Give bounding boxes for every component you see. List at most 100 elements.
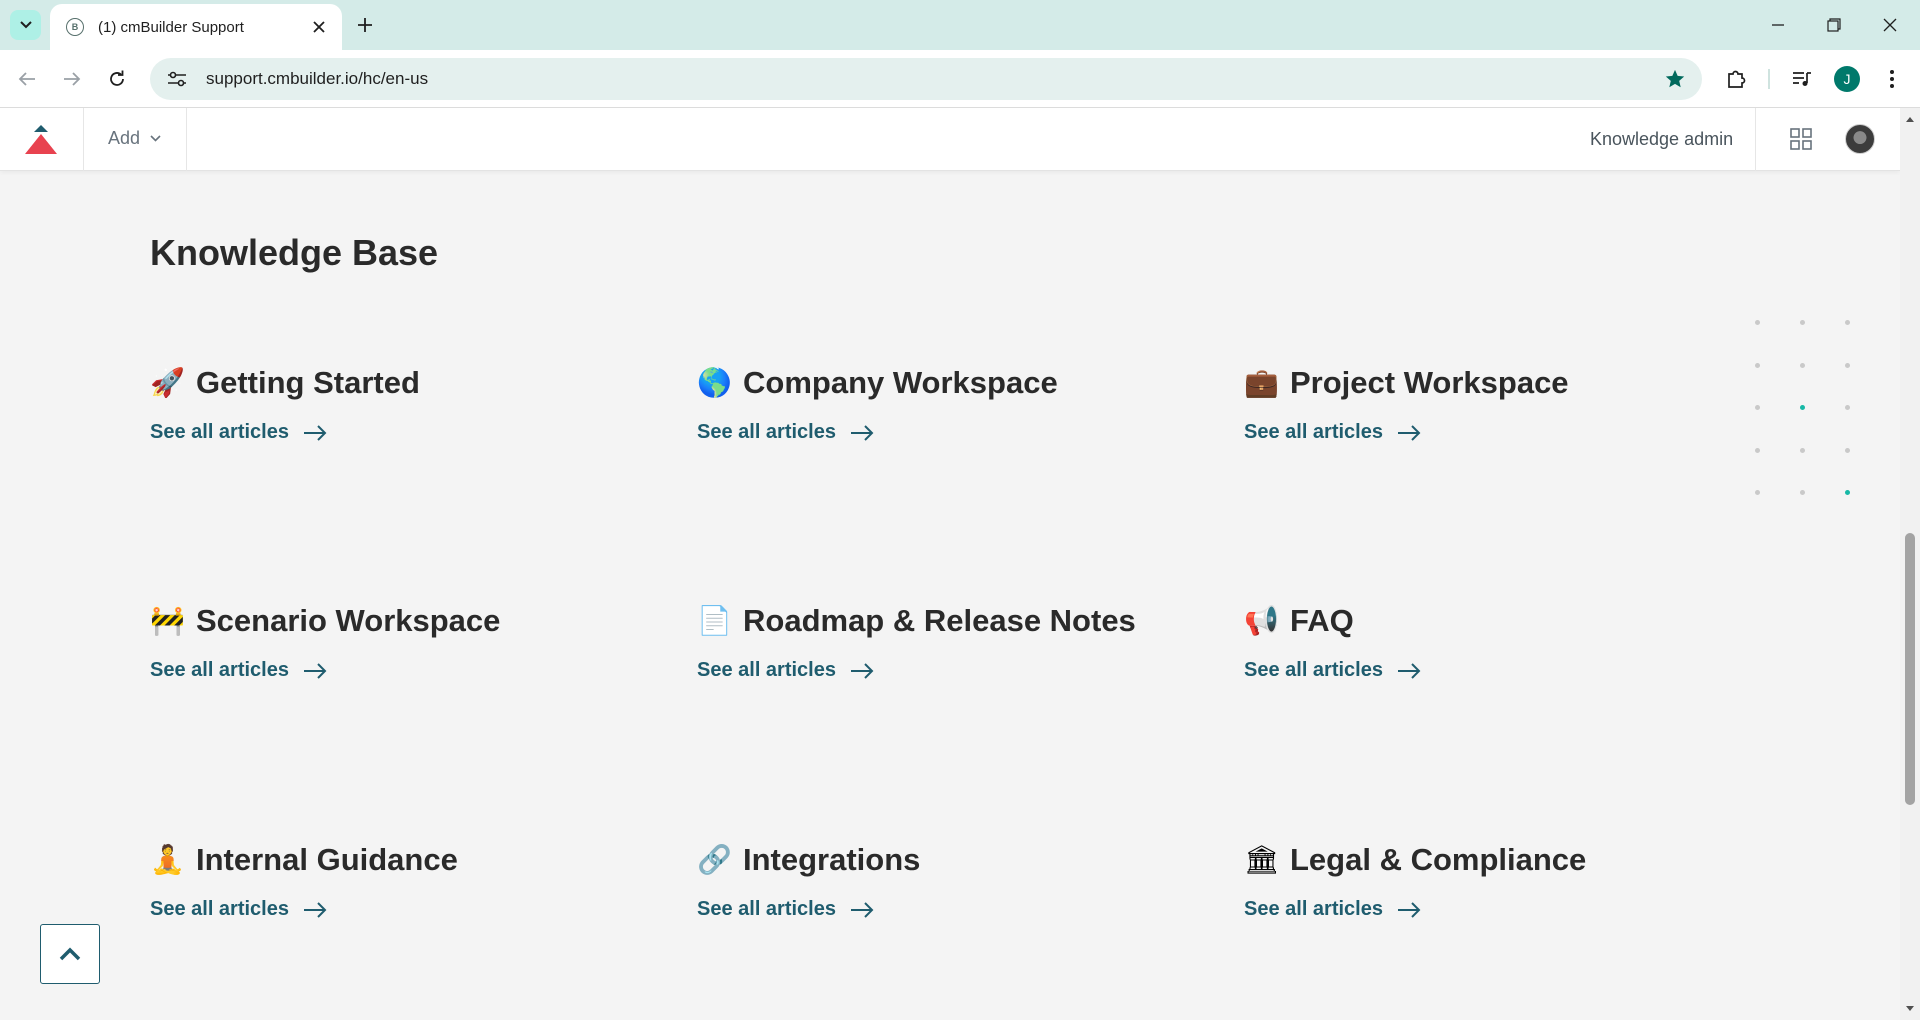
category-title[interactable]: Internal Guidance: [196, 842, 458, 878]
playlist-music-icon: [1793, 72, 1811, 86]
page-title: Knowledge Base: [150, 232, 439, 273]
add-menu-button[interactable]: Add: [108, 128, 161, 149]
close-icon: [1883, 18, 1897, 32]
new-tab-button[interactable]: [352, 12, 378, 38]
tune-icon: [168, 71, 186, 87]
arrow-right-icon: [850, 901, 874, 918]
decorative-dot: [1755, 320, 1760, 325]
category-title[interactable]: Scenario Workspace: [196, 603, 500, 639]
decorative-dot: [1800, 320, 1805, 325]
briefcase-icon: 💼: [1244, 366, 1279, 399]
decorative-dot: [1800, 405, 1805, 410]
arrow-right-icon: [850, 662, 874, 679]
back-button[interactable]: [11, 63, 43, 95]
category-title[interactable]: FAQ: [1290, 603, 1354, 639]
category-internal-guidance: 🧘 Internal Guidance See all articles: [150, 838, 670, 948]
decorative-dot: [1845, 405, 1850, 410]
megaphone-icon: 📢: [1244, 604, 1279, 637]
category-scenario-workspace: 🚧 Scenario Workspace See all articles: [150, 599, 670, 709]
close-window-button[interactable]: [1862, 0, 1918, 50]
scroll-down-arrow-icon[interactable]: [1905, 1004, 1915, 1014]
arrow-right-icon: [1397, 424, 1421, 441]
add-menu-label: Add: [108, 128, 141, 148]
category-heading[interactable]: 🔗 Integrations: [697, 838, 1217, 882]
see-all-articles-link[interactable]: See all articles: [150, 421, 670, 444]
user-avatar[interactable]: [1845, 124, 1875, 154]
url-text[interactable]: support.cmbuilder.io/hc/en-us: [206, 69, 428, 89]
arrow-right-icon: [1397, 901, 1421, 918]
minimize-button[interactable]: [1750, 0, 1806, 50]
category-title[interactable]: Company Workspace: [743, 365, 1058, 401]
decorative-dot-grid: [1755, 320, 1855, 520]
link-label: See all articles: [1244, 898, 1383, 920]
see-all-articles-link[interactable]: See all articles: [150, 898, 670, 921]
category-integrations: 🔗 Integrations See all articles: [697, 838, 1217, 948]
bookmark-star-icon[interactable]: [1664, 68, 1686, 90]
see-all-articles-link[interactable]: See all articles: [697, 421, 1217, 444]
decorative-dot: [1845, 362, 1850, 368]
link-label: See all articles: [150, 898, 289, 920]
media-control-button[interactable]: [1786, 63, 1818, 95]
arrow-right-icon: [850, 424, 874, 441]
tab-close-button[interactable]: [310, 18, 328, 36]
scroll-up-arrow-icon[interactable]: [1905, 114, 1915, 124]
product-tray-icon[interactable]: [1790, 128, 1812, 150]
see-all-articles-link[interactable]: See all articles: [697, 659, 1217, 682]
scrollbar-thumb[interactable]: [1905, 533, 1915, 805]
see-all-articles-link[interactable]: See all articles: [150, 659, 670, 682]
category-heading[interactable]: 🌎 Company Workspace: [697, 361, 1217, 405]
see-all-articles-link[interactable]: See all articles: [1244, 421, 1764, 444]
see-all-articles-link[interactable]: See all articles: [1244, 898, 1764, 921]
category-heading[interactable]: 🧘 Internal Guidance: [150, 838, 670, 882]
category-title[interactable]: Legal & Compliance: [1290, 842, 1586, 878]
scroll-to-top-button[interactable]: [40, 924, 100, 984]
see-all-articles-link[interactable]: See all articles: [1244, 659, 1764, 682]
decorative-dot: [1755, 490, 1760, 495]
tab-search-button[interactable]: [10, 10, 41, 40]
arrow-right-icon: [303, 901, 327, 918]
category-title[interactable]: Getting Started: [196, 365, 420, 401]
meditation-icon: 🧘: [150, 843, 185, 876]
reload-button[interactable]: [101, 63, 133, 95]
arrow-right-icon: [1397, 662, 1421, 679]
browser-menu-button[interactable]: [1876, 63, 1908, 95]
profile-avatar-button[interactable]: J: [1834, 66, 1860, 92]
category-company-workspace: 🌎 Company Workspace See all articles: [697, 361, 1217, 471]
link-label: See all articles: [150, 421, 289, 443]
plus-icon: [358, 18, 372, 32]
rocket-icon: 🚀: [150, 366, 185, 399]
restore-button[interactable]: [1806, 0, 1862, 50]
site-info-button[interactable]: [162, 64, 192, 94]
knowledge-admin-link[interactable]: Knowledge admin: [1590, 129, 1733, 150]
category-roadmap-release-notes: 📄 Roadmap & Release Notes See all articl…: [697, 599, 1217, 709]
browser-toolbar: support.cmbuilder.io/hc/en-us: [0, 50, 1920, 108]
web-page: Add Knowledge admin Knowledge Base 🚀 Get…: [0, 108, 1900, 1020]
browser-tab[interactable]: B (1) cmBuilder Support: [50, 4, 342, 50]
category-title[interactable]: Roadmap & Release Notes: [743, 603, 1136, 639]
chevron-up-icon: [59, 947, 81, 961]
extensions-button[interactable]: [1720, 63, 1752, 95]
decorative-dot: [1845, 447, 1850, 453]
address-bar[interactable]: support.cmbuilder.io/hc/en-us: [150, 58, 1702, 100]
arrow-right-icon: [303, 424, 327, 441]
link-label: See all articles: [1244, 659, 1383, 681]
category-heading[interactable]: 🏛 Legal & Compliance: [1244, 838, 1764, 882]
category-heading[interactable]: 🚧 Scenario Workspace: [150, 599, 670, 643]
page-scrollbar[interactable]: [1900, 108, 1920, 1020]
chevron-down-icon: [19, 21, 32, 29]
category-heading[interactable]: 📄 Roadmap & Release Notes: [697, 599, 1217, 643]
category-title[interactable]: Integrations: [743, 842, 920, 878]
decorative-dot: [1800, 362, 1805, 368]
decorative-dot: [1845, 490, 1850, 495]
forward-button[interactable]: [56, 63, 88, 95]
category-project-workspace: 💼 Project Workspace See all articles: [1244, 361, 1764, 471]
see-all-articles-link[interactable]: See all articles: [697, 898, 1217, 921]
link-label: See all articles: [150, 659, 289, 681]
link-label: See all articles: [697, 898, 836, 920]
category-heading[interactable]: 💼 Project Workspace: [1244, 361, 1764, 405]
arrow-left-icon: [18, 72, 35, 86]
category-heading[interactable]: 📢 FAQ: [1244, 599, 1764, 643]
category-heading[interactable]: 🚀 Getting Started: [150, 361, 670, 405]
category-title[interactable]: Project Workspace: [1290, 365, 1569, 401]
cmbuilder-logo-icon[interactable]: [24, 125, 58, 155]
